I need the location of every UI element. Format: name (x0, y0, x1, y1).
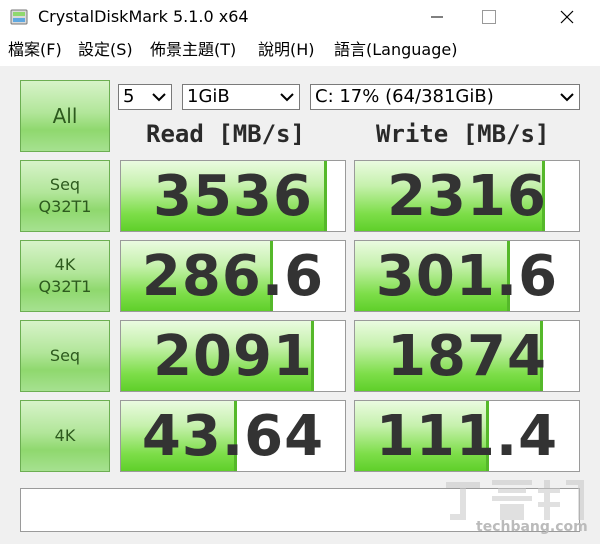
minimize-icon (431, 16, 443, 18)
disk-icon (10, 9, 28, 25)
write-result-box: 111.4 (354, 400, 580, 472)
test-button-sublabel: Q32T1 (38, 277, 92, 296)
read-column-header: Read [MB/s] (146, 120, 305, 148)
maximize-button[interactable] (466, 0, 512, 34)
read-result-value: 286.6 (141, 244, 325, 309)
chevron-down-icon (280, 93, 294, 102)
menu-language[interactable]: 語言(Language) (334, 39, 457, 61)
all-button-label: All (52, 104, 78, 128)
test-button-sublabel: Q32T1 (38, 197, 92, 216)
minimize-button[interactable] (414, 0, 460, 34)
test-button-3[interactable]: 4K (20, 400, 110, 472)
window-title: CrystalDiskMark 5.1.0 x64 (38, 7, 249, 26)
menu-bar: 檔案(F) 設定(S) 佈景主題(T) 說明(H) 語言(Language) (0, 34, 600, 66)
write-result-value: 1874 (387, 324, 547, 389)
test-button-2[interactable]: Seq (20, 320, 110, 392)
title-bar: CrystalDiskMark 5.1.0 x64 (0, 0, 600, 34)
write-result-value: 301.6 (375, 244, 559, 309)
maximize-icon (482, 10, 496, 24)
close-button[interactable] (544, 0, 590, 34)
test-button-label: Seq (49, 346, 81, 365)
write-column-header: Write [MB/s] (376, 120, 550, 148)
test-button-0[interactable]: Seq Q32T1 (20, 160, 110, 232)
read-result-value: 3536 (153, 164, 313, 229)
test-button-label: Seq (49, 175, 81, 194)
read-result-value: 2091 (153, 324, 313, 389)
write-result-value: 2316 (387, 164, 547, 229)
test-button-label: 4K (54, 426, 76, 445)
read-result-value: 43.64 (141, 404, 325, 469)
menu-help[interactable]: 說明(H) (258, 39, 315, 61)
drive-value: C: 17% (64/381GiB) (315, 86, 494, 107)
test-button-label: 4K (54, 255, 76, 274)
write-result-box: 2316 (354, 160, 580, 232)
watermark-text: techbang.com (476, 519, 588, 535)
test-size-value: 1GiB (187, 86, 230, 107)
read-result-box: 3536 (120, 160, 346, 232)
chevron-down-icon (560, 93, 574, 102)
test-count-value: 5 (123, 86, 135, 107)
write-result-value: 111.4 (375, 404, 559, 469)
drive-select[interactable]: C: 17% (64/381GiB) (310, 84, 580, 110)
test-button-1[interactable]: 4K Q32T1 (20, 240, 110, 312)
write-result-box: 1874 (354, 320, 580, 392)
chevron-down-icon (152, 93, 166, 102)
test-size-select[interactable]: 1GiB (182, 84, 300, 110)
read-result-box: 43.64 (120, 400, 346, 472)
menu-file[interactable]: 檔案(F) (8, 39, 62, 61)
all-button[interactable]: All (20, 80, 110, 152)
close-icon (560, 10, 574, 24)
write-result-box: 301.6 (354, 240, 580, 312)
test-count-select[interactable]: 5 (118, 84, 172, 110)
read-result-box: 2091 (120, 320, 346, 392)
menu-theme[interactable]: 佈景主題(T) (150, 39, 236, 61)
read-result-box: 286.6 (120, 240, 346, 312)
menu-settings[interactable]: 設定(S) (78, 39, 133, 61)
